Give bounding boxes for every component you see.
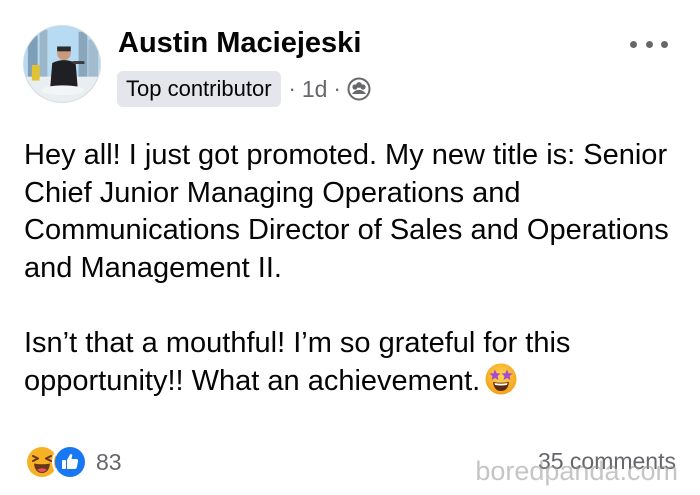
post-meta: Top contributor · 1d · [117,71,371,107]
post-body: Hey all! I just got promoted. My new tit… [24,137,684,401]
top-contributor-badge[interactable]: Top contributor [117,71,281,107]
more-dot [630,40,637,48]
meta-separator: · [333,76,341,101]
post-timestamp[interactable]: 1d [302,76,328,103]
star-struck-emoji-icon [484,362,518,396]
meta-separator: · [288,76,296,101]
reactions-summary[interactable]: 83 [24,444,122,480]
like-reaction-icon [52,444,88,480]
post-paragraph-2: Isn’t that a mouthful! I’m so grateful f… [24,325,684,401]
post-paragraph-1: Hey all! I just got promoted. My new tit… [24,139,669,284]
more-dot [661,40,668,48]
more-options-icon[interactable] [630,34,668,54]
author-avatar[interactable] [23,25,101,103]
more-dot [645,40,653,48]
comments-count-link[interactable]: 35 comments [538,448,676,475]
avatar-photo [24,26,100,102]
reaction-count: 83 [96,448,122,475]
author-name[interactable]: Austin Maciejeski [118,24,361,62]
facebook-post: Austin Maciejeski Top contributor · 1d ·… [0,0,700,495]
friends-icon[interactable] [347,77,371,101]
